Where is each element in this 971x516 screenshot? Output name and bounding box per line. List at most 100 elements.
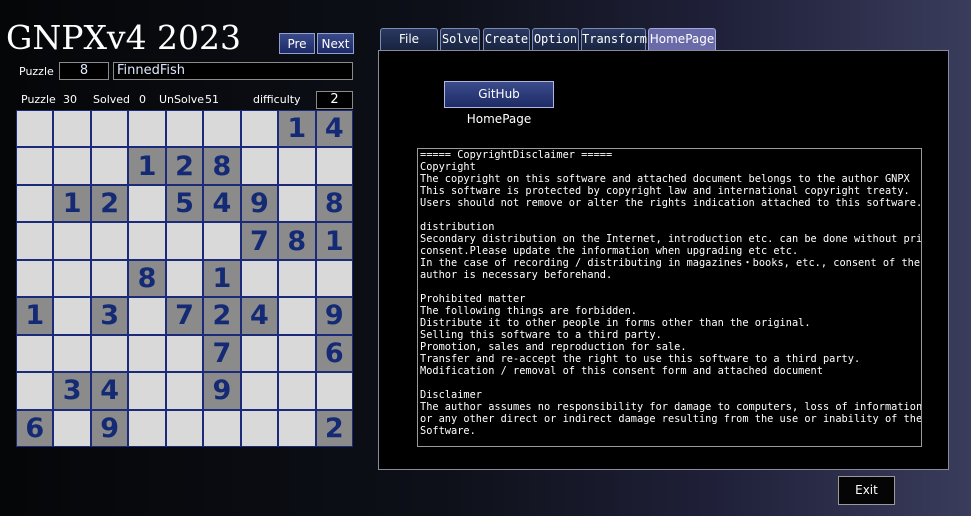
tab-transform[interactable]: Transform: [581, 28, 647, 50]
puzzle-name-field[interactable]: FinnedFish: [113, 62, 353, 80]
sudoku-cell[interactable]: [316, 148, 352, 184]
tab-create[interactable]: Create: [483, 28, 530, 50]
tab-option[interactable]: Option: [532, 28, 579, 50]
tab-solve[interactable]: Solve: [440, 28, 480, 50]
sudoku-cell[interactable]: [241, 373, 278, 409]
sudoku-cell[interactable]: [204, 111, 240, 147]
sudoku-cell[interactable]: 2: [166, 148, 203, 184]
sudoku-cell[interactable]: [166, 223, 203, 259]
exit-button[interactable]: Exit: [838, 476, 895, 505]
sudoku-cell[interactable]: [129, 185, 165, 222]
sudoku-cell[interactable]: 3: [54, 373, 90, 409]
sudoku-cell[interactable]: 1: [316, 223, 352, 259]
sudoku-cell[interactable]: [129, 373, 165, 409]
sudoku-cell[interactable]: 4: [241, 298, 278, 334]
sudoku-cell[interactable]: [54, 260, 90, 297]
disclaimer-line: This software is protected by copyright …: [420, 185, 910, 197]
disclaimer-line: consent.Please update the information wh…: [420, 245, 799, 257]
sudoku-cell[interactable]: 9: [316, 298, 352, 334]
sudoku-cell[interactable]: 7: [241, 223, 278, 259]
sudoku-cell[interactable]: [316, 373, 352, 409]
sudoku-cell[interactable]: 8: [204, 148, 240, 184]
sudoku-cell[interactable]: [241, 111, 278, 147]
copyright-disclaimer-text[interactable]: ===== CopyrightDisclaimer ===== Copyright…: [417, 148, 922, 447]
sudoku-cell[interactable]: 1: [204, 260, 240, 297]
sudoku-cell[interactable]: [91, 260, 128, 297]
sudoku-cell[interactable]: [54, 298, 90, 334]
sudoku-cell[interactable]: 9: [204, 373, 240, 409]
sudoku-cell[interactable]: [279, 410, 315, 446]
tab-file[interactable]: File: [380, 28, 438, 50]
sudoku-cell[interactable]: [241, 148, 278, 184]
sudoku-cell[interactable]: 9: [91, 410, 128, 446]
sudoku-cell[interactable]: 6: [17, 410, 53, 446]
sudoku-cell[interactable]: [17, 223, 53, 259]
difficulty-field[interactable]: 2: [316, 91, 353, 109]
stats-solved-value: 0: [139, 93, 146, 106]
sudoku-cell[interactable]: 7: [204, 335, 240, 372]
next-puzzle-button[interactable]: Next: [317, 33, 354, 54]
sudoku-cell[interactable]: [279, 260, 315, 297]
sudoku-cell[interactable]: 8: [129, 260, 165, 297]
sudoku-cell[interactable]: 1: [129, 148, 165, 184]
sudoku-cell[interactable]: 3: [91, 298, 128, 334]
sudoku-cell[interactable]: [17, 148, 53, 184]
sudoku-cell[interactable]: [129, 298, 165, 334]
sudoku-cell[interactable]: [129, 410, 165, 446]
sudoku-cell[interactable]: 1: [279, 111, 315, 147]
sudoku-cell[interactable]: [91, 223, 128, 259]
sudoku-cell[interactable]: [17, 260, 53, 297]
sudoku-cell[interactable]: [241, 335, 278, 372]
sudoku-cell[interactable]: [17, 185, 53, 222]
sudoku-cell[interactable]: [54, 410, 90, 446]
sudoku-cell[interactable]: [166, 260, 203, 297]
sudoku-cell[interactable]: [279, 373, 315, 409]
sudoku-cell[interactable]: [166, 410, 203, 446]
sudoku-cell[interactable]: 9: [241, 185, 278, 222]
sudoku-cell[interactable]: [17, 373, 53, 409]
sudoku-cell[interactable]: [54, 223, 90, 259]
sudoku-cell[interactable]: 4: [204, 185, 240, 222]
sudoku-cell[interactable]: 2: [91, 185, 128, 222]
sudoku-cell[interactable]: 4: [316, 111, 352, 147]
sudoku-cell[interactable]: [316, 260, 352, 297]
sudoku-cell[interactable]: 1: [17, 298, 53, 334]
sudoku-cell[interactable]: [279, 148, 315, 184]
sudoku-cell[interactable]: [54, 335, 90, 372]
sudoku-cell[interactable]: [129, 111, 165, 147]
sudoku-cell[interactable]: [241, 260, 278, 297]
sudoku-cell[interactable]: [279, 335, 315, 372]
sudoku-cell[interactable]: [166, 373, 203, 409]
prev-puzzle-button[interactable]: Pre: [279, 33, 315, 54]
sudoku-cell[interactable]: 2: [316, 410, 352, 446]
sudoku-cell[interactable]: [166, 111, 203, 147]
sudoku-cell[interactable]: [204, 223, 240, 259]
sudoku-cell[interactable]: [91, 148, 128, 184]
sudoku-cell[interactable]: [129, 335, 165, 372]
disclaimer-line: [420, 377, 921, 389]
sudoku-cell[interactable]: [91, 335, 128, 372]
sudoku-cell[interactable]: 1: [54, 185, 90, 222]
sudoku-cell[interactable]: 5: [166, 185, 203, 222]
sudoku-cell[interactable]: 4: [91, 373, 128, 409]
sudoku-cell[interactable]: [17, 335, 53, 372]
tab-homepage[interactable]: HomePage: [648, 28, 716, 50]
sudoku-cell[interactable]: [129, 223, 165, 259]
sudoku-cell[interactable]: [54, 148, 90, 184]
sudoku-cell[interactable]: [54, 111, 90, 147]
sudoku-cell[interactable]: 8: [316, 185, 352, 222]
puzzle-number-field[interactable]: 8: [59, 62, 109, 80]
sudoku-cell[interactable]: 7: [166, 298, 203, 334]
sudoku-cell[interactable]: [91, 111, 128, 147]
sudoku-cell[interactable]: [279, 298, 315, 334]
sudoku-cell[interactable]: [204, 410, 240, 446]
sudoku-cell[interactable]: [17, 111, 53, 147]
github-homepage-button[interactable]: GitHub HomePage: [444, 81, 554, 126]
sudoku-cell[interactable]: [241, 410, 278, 446]
sudoku-cell[interactable]: 6: [316, 335, 352, 372]
sudoku-cell[interactable]: 2: [204, 298, 240, 334]
sudoku-cell[interactable]: [279, 185, 315, 222]
disclaimer-line: Transfer and re-accept the right to use …: [420, 353, 861, 365]
sudoku-cell[interactable]: [166, 335, 203, 372]
sudoku-cell[interactable]: 8: [279, 223, 315, 259]
